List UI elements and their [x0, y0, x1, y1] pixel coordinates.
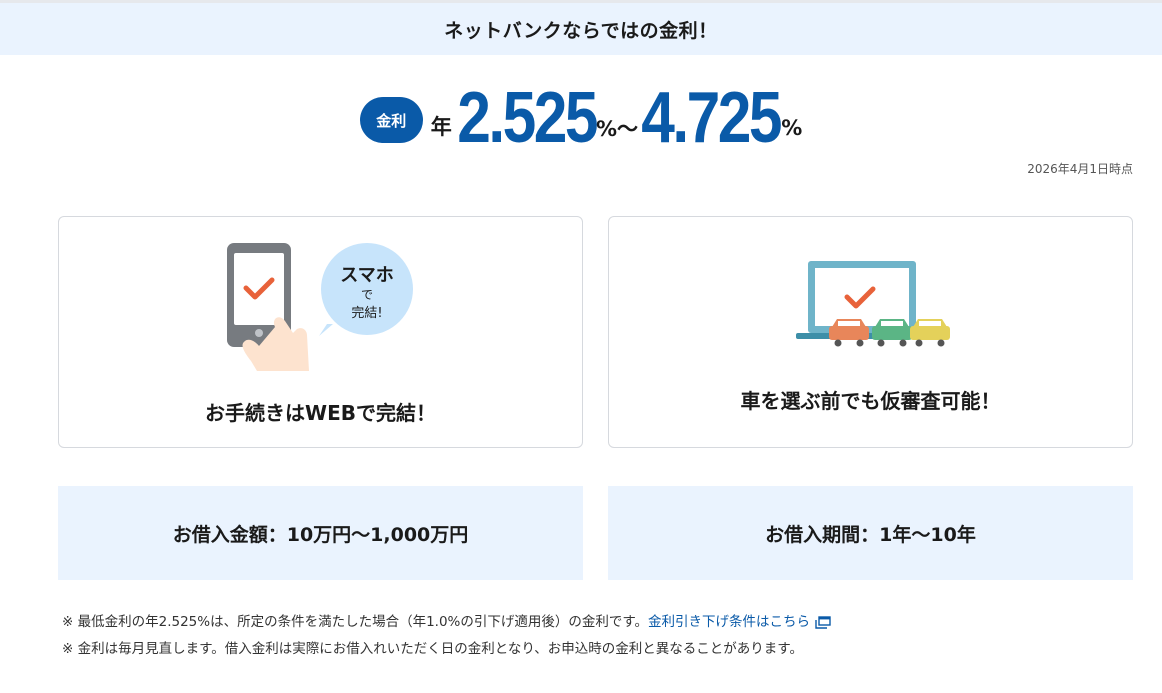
rate-max-unit: %	[781, 116, 803, 140]
bubble-text-line2: で	[361, 288, 373, 302]
rate-max-value: 4.725	[641, 78, 782, 158]
loan-period-text: お借入期間：1年～10年	[765, 523, 976, 546]
external-window-icon	[815, 615, 831, 629]
rate-min-unit: %～	[595, 117, 638, 141]
interest-rate-display: 金利 年 2.525 %～ 4.725 %	[0, 78, 1162, 158]
rate-reduction-conditions-link[interactable]: 金利引き下げ条件はこちら	[648, 614, 831, 630]
footnote-1: ※ 最低金利の年2.525%は、所定の条件を満たした場合（年1.0%の引下げ適用…	[62, 609, 831, 636]
feature-card-screening: 車を選ぶ前でも仮審査可能！	[608, 216, 1133, 448]
laptop-cars-icon	[796, 261, 950, 347]
loan-period-box: お借入期間：1年～10年	[608, 486, 1133, 580]
loan-amount-box: お借入金額：10万円～1,000万円	[58, 486, 583, 580]
headline-bar: ネットバンクならではの金利！	[0, 3, 1162, 55]
footnote-2: ※ 金利は毎月見直します。借入金利は実際にお借入れいただく日の金利となり、お申込…	[62, 641, 803, 657]
rate-badge: 金利	[359, 97, 423, 143]
feature-title-web: お手続きはWEBで完結！	[205, 401, 436, 425]
bubble-text-line3: 完結!	[351, 306, 382, 321]
rate-as-of-date: 2026年4月1日時点	[1027, 162, 1133, 176]
bubble-text-line1: スマホ	[340, 265, 393, 286]
loan-amount-text: お借入金額：10万円～1,000万円	[172, 523, 469, 546]
headline-text: ネットバンクならではの金利！	[444, 19, 718, 42]
rate-prefix: 年	[430, 115, 452, 139]
feature-card-web: スマホ で 完結! お手続きはWEBで完結！	[58, 216, 583, 448]
rate-min-value: 2.525	[456, 78, 598, 158]
feature-title-screening: 車を選ぶ前でも仮審査可能！	[740, 389, 1001, 413]
car-green-icon	[872, 319, 912, 347]
footnotes: ※ 最低金利の年2.525%は、所定の条件を満たした場合（年1.0%の引下げ適用…	[62, 609, 831, 663]
car-yellow-icon	[910, 319, 950, 347]
smartphone-check-icon: スマホ で 完結!	[227, 243, 413, 371]
footnote-1-text: ※ 最低金利の年2.525%は、所定の条件を満たした場合（年1.0%の引下げ適用…	[62, 614, 649, 630]
car-orange-icon	[829, 319, 869, 347]
